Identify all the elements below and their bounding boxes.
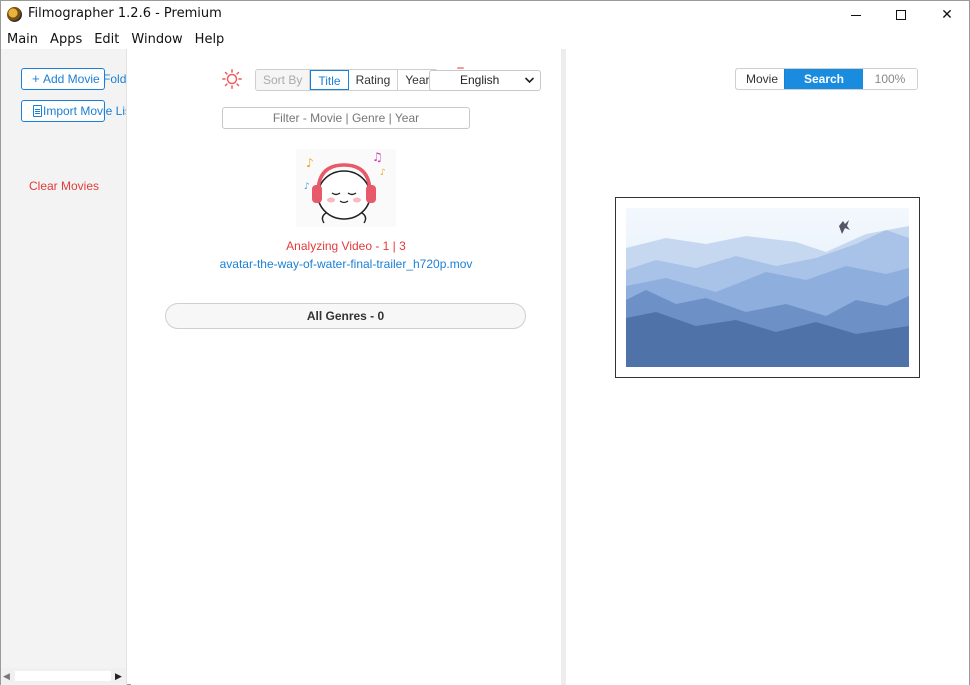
svg-text:♪: ♪ <box>306 156 314 170</box>
left-sidebar: + Add Movie Folder Import Movie List Cle… <box>1 49 127 685</box>
mountain-landscape-image <box>626 208 909 367</box>
sort-title-button[interactable]: Title <box>310 70 349 90</box>
menu-window[interactable]: Window <box>131 32 182 47</box>
menu-main[interactable]: Main <box>7 32 38 47</box>
minimize-button[interactable] <box>833 1 879 29</box>
current-file-link[interactable]: avatar-the-way-of-water-final-trailer_h7… <box>131 257 561 271</box>
sun-icon[interactable] <box>222 69 242 89</box>
movie-list-panel: Sort By Title Rating Year English Filter… <box>131 49 561 685</box>
analyzing-status: Analyzing Video - 1 | 3 <box>286 239 406 253</box>
scroll-left-arrow-icon[interactable]: ◀ <box>3 671 10 682</box>
clear-movies-link[interactable]: Clear Movies <box>29 179 99 193</box>
menu-edit[interactable]: Edit <box>94 32 119 47</box>
preview-panel: Movie Search 100% <box>566 49 969 685</box>
scroll-track[interactable] <box>15 671 111 681</box>
menu-bar: Main Apps Edit Window Help <box>1 29 969 49</box>
svg-text:♫: ♫ <box>372 150 383 164</box>
window-title: Filmographer 1.2.6 - Premium <box>28 6 222 21</box>
tab-search[interactable]: Search <box>785 69 863 89</box>
listening-cartoon-image: ♪ ♫ ♪ ♪ <box>296 149 396 227</box>
app-window: Filmographer 1.2.6 - Premium ✕ Main Apps… <box>0 0 970 685</box>
sort-by-label: Sort By <box>256 70 311 90</box>
app-logo-icon <box>7 7 22 22</box>
scroll-right-arrow-icon[interactable]: ▶ <box>115 671 122 682</box>
right-tabs: Movie Search 100% <box>735 68 918 90</box>
sort-rating-button[interactable]: Rating <box>348 70 399 90</box>
svg-text:♪: ♪ <box>380 168 386 178</box>
close-button[interactable]: ✕ <box>924 1 970 29</box>
menu-help[interactable]: Help <box>195 32 225 47</box>
add-movie-folder-button[interactable]: + Add Movie Folder <box>21 68 126 90</box>
filter-input[interactable]: Filter - Movie | Genre | Year <box>222 107 470 129</box>
add-movie-folder-label: Add Movie Folder <box>43 72 127 86</box>
tab-movie[interactable]: Movie <box>736 69 785 89</box>
import-movie-list-label: Import Movie List <box>43 104 127 118</box>
minimize-icon <box>851 14 861 16</box>
sort-button-group: Sort By Title Rating Year <box>255 69 438 91</box>
maximize-button[interactable] <box>878 1 924 29</box>
preview-frame <box>615 197 920 378</box>
sidebar-horizontal-scrollbar[interactable]: ◀ ▶ <box>1 668 126 684</box>
title-bar: Filmographer 1.2.6 - Premium ✕ <box>1 1 969 29</box>
chevron-down-icon <box>524 77 535 84</box>
all-genres-button[interactable]: All Genres - 0 <box>165 303 526 329</box>
tab-zoom[interactable]: 100% <box>863 69 917 89</box>
language-selected-value: English <box>460 73 500 87</box>
import-movie-list-button[interactable]: Import Movie List <box>21 100 126 122</box>
maximize-icon <box>896 10 906 20</box>
svg-text:♪: ♪ <box>304 182 310 192</box>
close-icon: ✕ <box>941 7 953 23</box>
language-select[interactable]: English <box>429 70 541 91</box>
menu-apps[interactable]: Apps <box>50 32 82 47</box>
